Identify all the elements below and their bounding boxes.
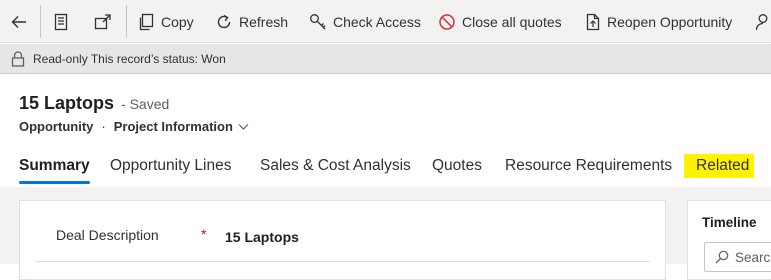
- reopen-opportunity-label: Reopen Opportunity: [607, 13, 733, 30]
- check-access-label: Check Access: [333, 13, 421, 30]
- check-access-button[interactable]: Check Access: [309, 0, 421, 43]
- notification-text: Read-only This record’s status: Won: [33, 51, 226, 66]
- prohibited-icon: [439, 13, 455, 30]
- search-placeholder: Searc: [735, 249, 771, 265]
- timeline-panel: Timeline Searc: [687, 200, 771, 280]
- read-only-notification: Read-only This record’s status: Won: [0, 44, 771, 74]
- entity-form-selector: Opportunity · Project Information: [19, 119, 249, 134]
- toolbar-separator: [126, 5, 127, 38]
- person-icon: [755, 13, 768, 30]
- timeline-search-input[interactable]: Searc: [704, 242, 771, 272]
- close-all-quotes-button[interactable]: Close all quotes: [438, 0, 562, 43]
- active-tab-indicator: [19, 181, 90, 184]
- lock-icon: [11, 50, 25, 67]
- open-in-new-window-icon: [94, 13, 111, 29]
- separator: ·: [101, 119, 106, 134]
- document-icon: [54, 13, 68, 30]
- back-button[interactable]: [10, 0, 28, 43]
- search-icon: [715, 250, 729, 264]
- tab-related[interactable]: Related: [696, 157, 749, 175]
- tab-resource-requirements[interactable]: Resource Requirements: [505, 157, 672, 175]
- summary-section: Deal Description * 15 Laptops: [19, 200, 666, 280]
- copy-label: Copy: [161, 13, 194, 30]
- tab-summary[interactable]: Summary: [19, 157, 90, 175]
- tab-quotes[interactable]: Quotes: [432, 157, 482, 175]
- required-indicator: *: [201, 226, 207, 242]
- open-new-window-button[interactable]: [94, 0, 112, 43]
- tab-opportunity-lines[interactable]: Opportunity Lines: [110, 157, 232, 175]
- copy-button[interactable]: Copy: [137, 0, 194, 43]
- refresh-icon: [217, 14, 231, 28]
- entity-name: Opportunity: [19, 119, 94, 134]
- record-title: 15 Laptops: [19, 93, 115, 113]
- close-all-quotes-label: Close all quotes: [462, 13, 562, 30]
- refresh-label: Refresh: [239, 13, 289, 30]
- back-arrow-icon: [11, 15, 26, 28]
- form-selector[interactable]: Project Information: [114, 119, 233, 134]
- command-bar: Copy Refresh Check Access Close all quot…: [0, 0, 771, 43]
- refresh-button[interactable]: Refresh: [215, 0, 288, 43]
- record-header: 15 Laptops - Saved: [19, 93, 169, 114]
- save-status: - Saved: [121, 96, 170, 112]
- toolbar-separator: [40, 5, 41, 38]
- form-view-button[interactable]: [53, 0, 69, 43]
- copy-icon: [139, 13, 154, 30]
- reopen-opportunity-button[interactable]: Reopen Opportunity: [585, 0, 732, 43]
- assign-button[interactable]: [755, 0, 771, 43]
- deal-description-value[interactable]: 15 Laptops: [225, 229, 299, 245]
- deal-description-label: Deal Description: [56, 227, 159, 243]
- document-reopen-icon: [586, 13, 600, 30]
- timeline-title: Timeline: [702, 215, 757, 230]
- chevron-down-icon[interactable]: [238, 123, 249, 131]
- field-divider: [36, 261, 650, 262]
- tab-sales-cost-analysis[interactable]: Sales & Cost Analysis: [260, 157, 411, 175]
- key-icon: [310, 13, 326, 29]
